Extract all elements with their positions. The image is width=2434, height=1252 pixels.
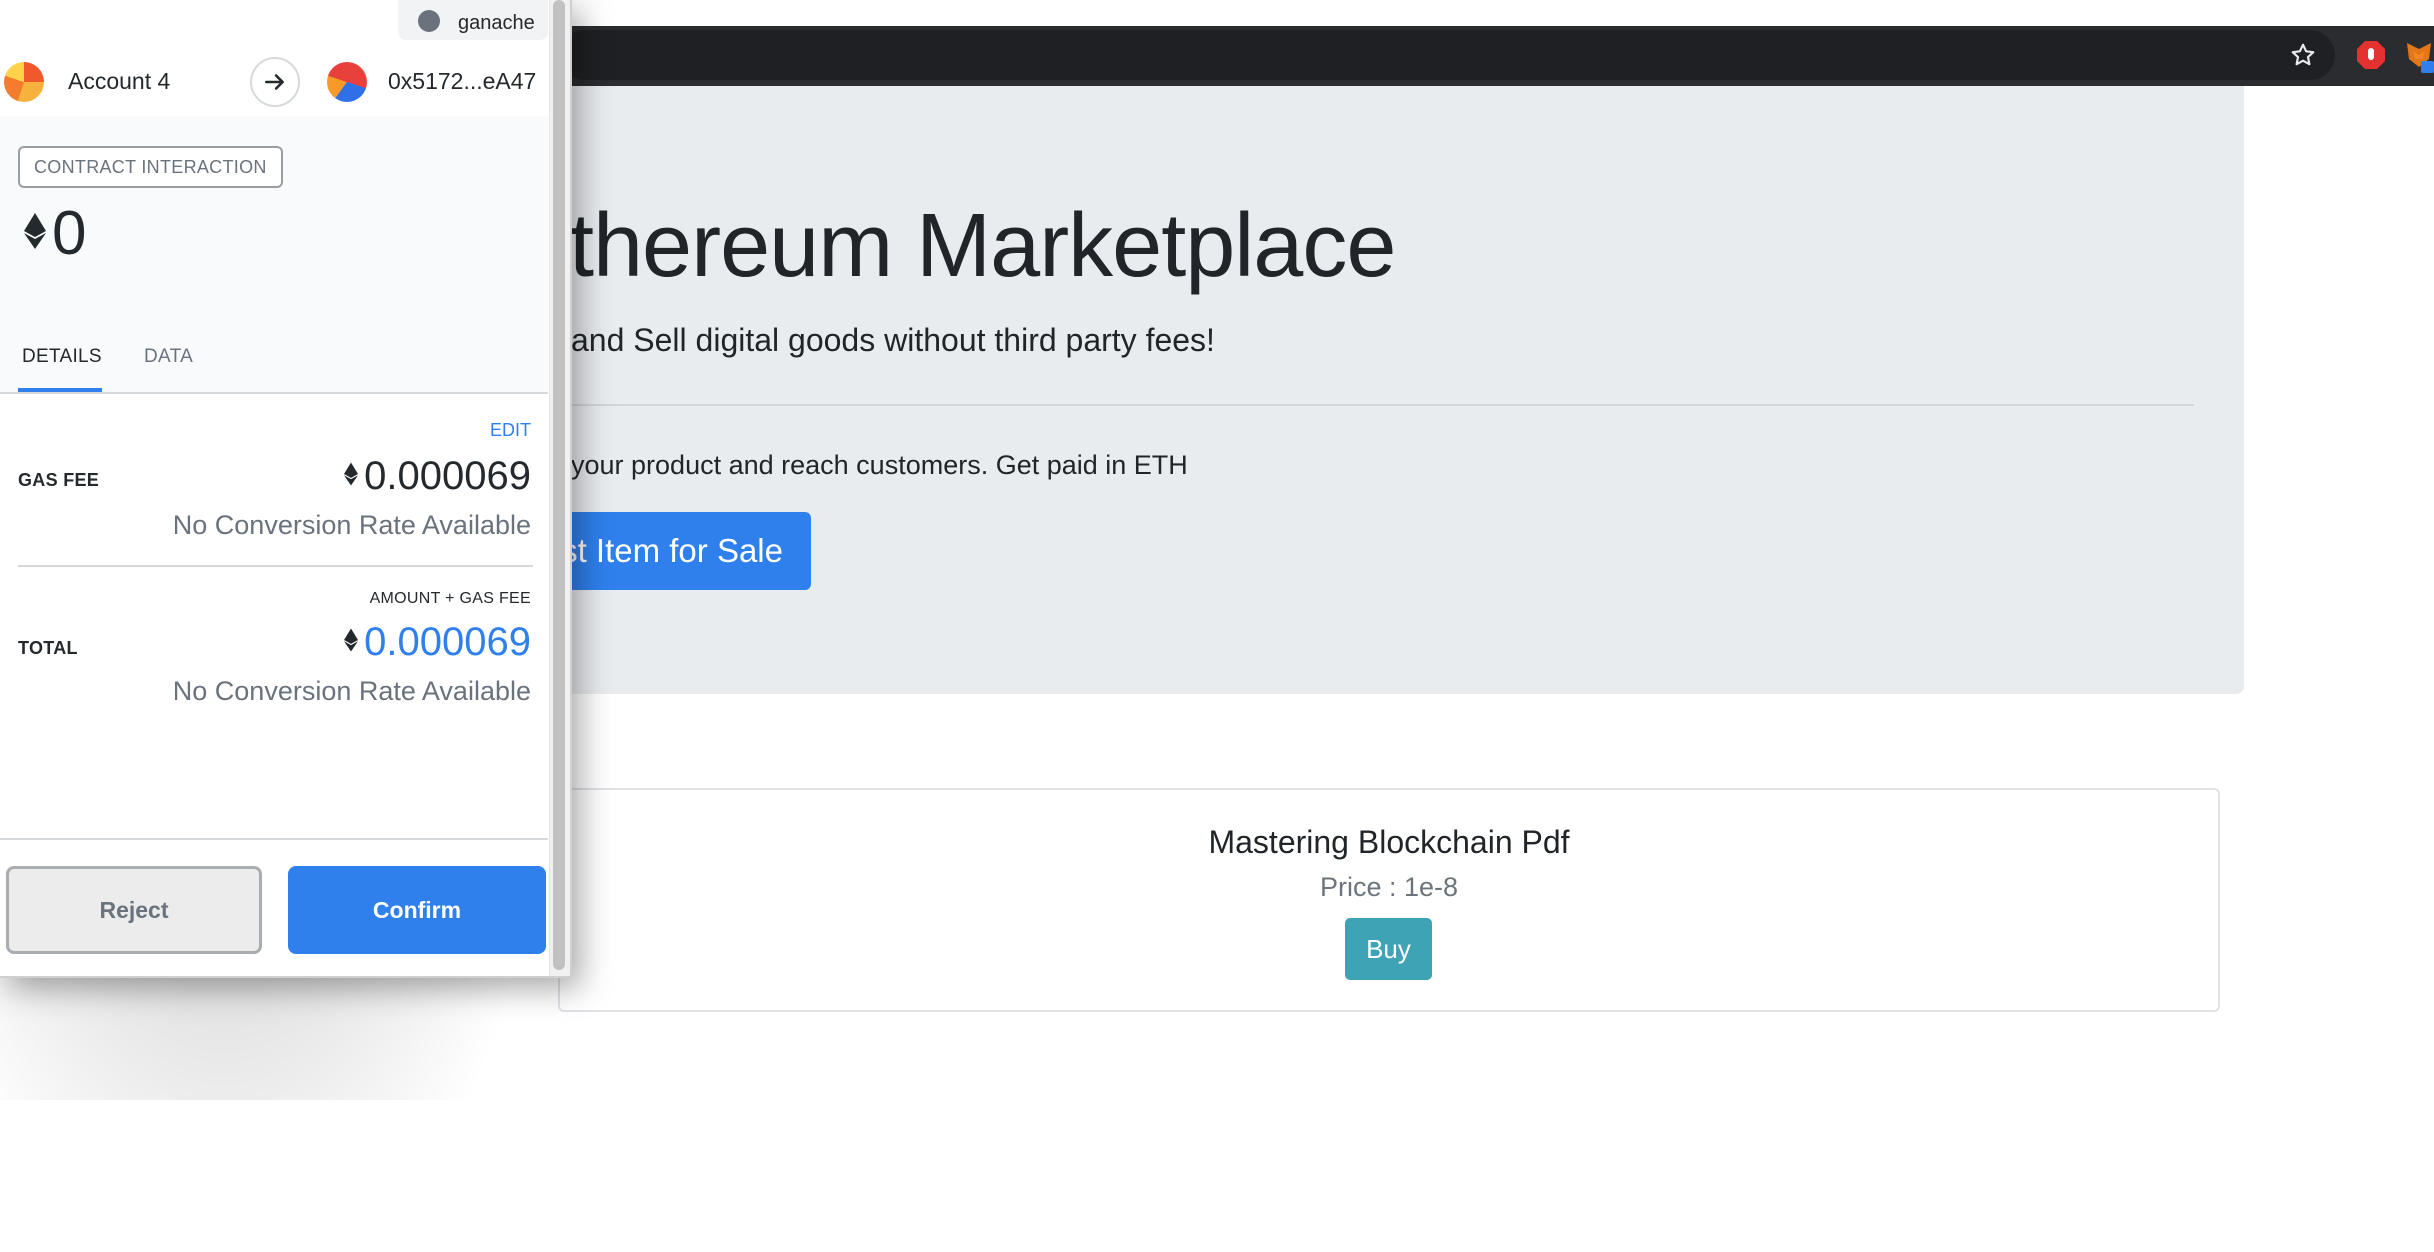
hero-divider — [560, 404, 2194, 406]
gas-fee-amount: 0.000069 — [364, 454, 531, 498]
confirm-button[interactable]: Confirm — [288, 866, 546, 954]
transaction-amount: 0 — [52, 198, 87, 268]
total-amount: 0.000069 — [364, 620, 531, 664]
total-value: 0.000069 — [344, 620, 531, 665]
sender-avatar — [4, 62, 44, 102]
footer-divider — [0, 838, 548, 840]
product-price: Price : 1e-8 — [1319, 872, 1459, 902]
product-card: Mastering Blockchain Pdf Price : 1e-8 Bu… — [558, 788, 2220, 1012]
gas-fee-value: 0.000069 — [344, 454, 531, 499]
total-label: TOTAL — [18, 638, 78, 658]
eth-icon — [344, 462, 359, 491]
hero-jumbotron — [500, 86, 2244, 694]
eth-icon — [344, 628, 359, 657]
network-name: ganache — [458, 12, 535, 34]
hero-lead: and Sell digital goods without third par… — [571, 322, 1215, 358]
buy-button[interactable]: Buy — [1345, 918, 1432, 980]
amount-gas-caption: AMOUNT + GAS FEE — [369, 590, 531, 607]
star-icon[interactable] — [2284, 36, 2322, 74]
active-tab-indicator — [18, 388, 102, 392]
metamask-fox-icon[interactable] — [2405, 36, 2434, 76]
arrow-right-icon — [250, 57, 300, 107]
gas-fee-label: GAS FEE — [18, 470, 100, 490]
fee-divider — [18, 565, 533, 567]
reject-button[interactable]: Reject — [6, 866, 262, 954]
recipient-address[interactable]: 0x5172...eA47 — [388, 68, 536, 95]
network-status-icon — [418, 10, 440, 32]
recipient-avatar — [327, 62, 367, 102]
network-indicator[interactable]: ganache — [398, 0, 548, 40]
total-conversion: No Conversion Rate Available — [172, 676, 531, 706]
adblock-icon[interactable] — [2352, 36, 2390, 74]
contract-interaction-badge: CONTRACT INTERACTION — [18, 146, 283, 188]
hero-text: your product and reach customers. Get pa… — [571, 450, 1188, 480]
eth-icon — [24, 212, 46, 254]
product-title: Mastering Blockchain Pdf — [1208, 824, 1570, 860]
metamask-confirm-popup: ganache Account 4 0x5172...eA47 CONTRACT… — [0, 0, 572, 978]
edit-gas-link[interactable]: EDIT — [490, 420, 531, 441]
transaction-summary: CONTRACT INTERACTION 0 DETAILS DATA — [0, 116, 548, 394]
popup-scrollbar-thumb[interactable] — [553, 0, 565, 970]
address-bar[interactable] — [560, 30, 2335, 80]
sender-account-name: Account 4 — [68, 68, 171, 94]
transaction-value: 0 — [24, 198, 86, 268]
gas-fee-conversion: No Conversion Rate Available — [172, 510, 531, 540]
page-title: thereum Marketplace — [569, 196, 1396, 296]
tab-details[interactable]: DETAILS — [22, 346, 102, 368]
tab-data[interactable]: DATA — [144, 346, 193, 368]
sender-recipient-row: Account 4 0x5172...eA47 — [0, 48, 548, 118]
